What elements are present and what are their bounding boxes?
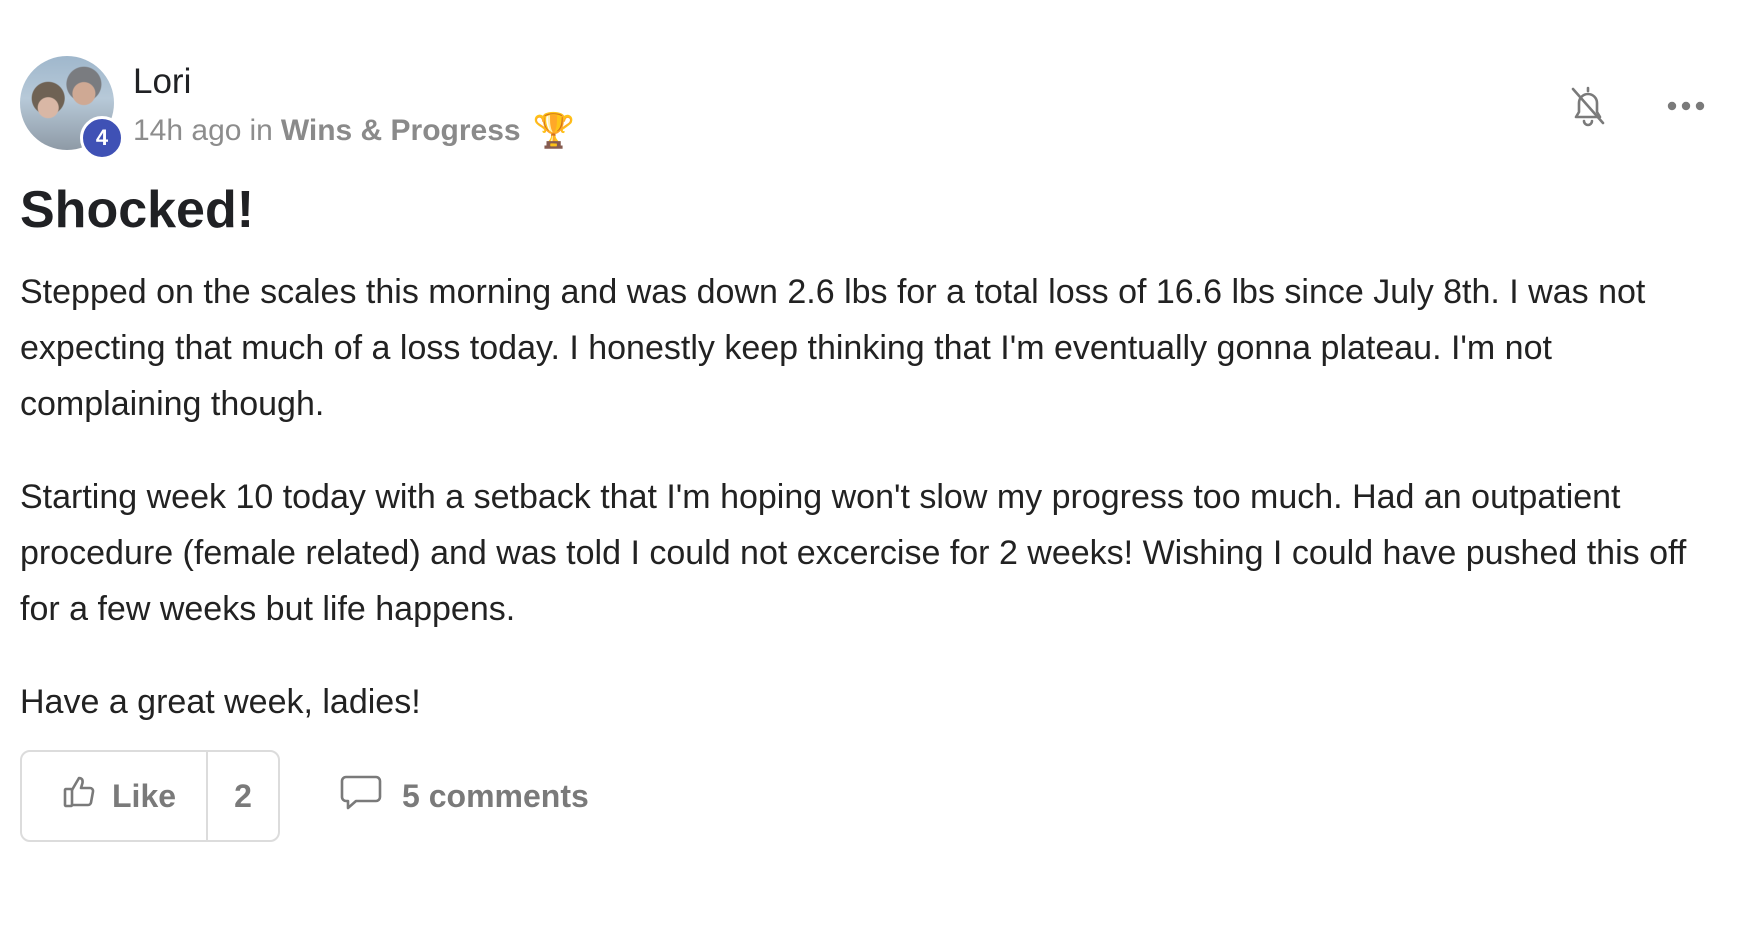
post-body: Stepped on the scales this morning and w… [20, 264, 1700, 730]
post-title: Shocked! [20, 181, 255, 239]
post-header: 4 Lori 14h ago in Wins & Progress 🏆 [20, 50, 1710, 160]
comments-button[interactable]: 5 comments [340, 773, 589, 819]
post-time: 14h ago [133, 114, 242, 147]
level-badge: 4 [80, 116, 124, 160]
comment-bubble-icon [340, 773, 382, 819]
post-footer: Like 2 5 comments [20, 750, 589, 842]
like-label: Like [112, 777, 177, 814]
post-actions [1564, 82, 1710, 130]
trophy-icon: 🏆 [532, 112, 575, 150]
comments-label: 5 comments [402, 777, 589, 814]
like-count[interactable]: 2 [206, 752, 278, 840]
post-paragraph: Stepped on the scales this morning and w… [20, 273, 1646, 423]
space-link[interactable]: Wins & Progress [281, 114, 521, 148]
author-name[interactable]: Lori [133, 62, 191, 102]
in-label: in [249, 114, 273, 147]
more-horizontal-icon[interactable] [1662, 82, 1710, 130]
post-card: 4 Lori 14h ago in Wins & Progress 🏆 Shoc… [20, 50, 1710, 730]
post-paragraph: Have a great week, ladies! [20, 683, 421, 721]
thumbs-up-icon [62, 774, 98, 818]
like-group: Like 2 [20, 750, 281, 842]
bell-off-icon[interactable] [1564, 82, 1612, 130]
like-button[interactable]: Like [22, 752, 206, 840]
post-meta: 14h ago in Wins & Progress 🏆 [133, 114, 575, 148]
post-paragraph: Starting week 10 today with a setback th… [20, 478, 1687, 628]
